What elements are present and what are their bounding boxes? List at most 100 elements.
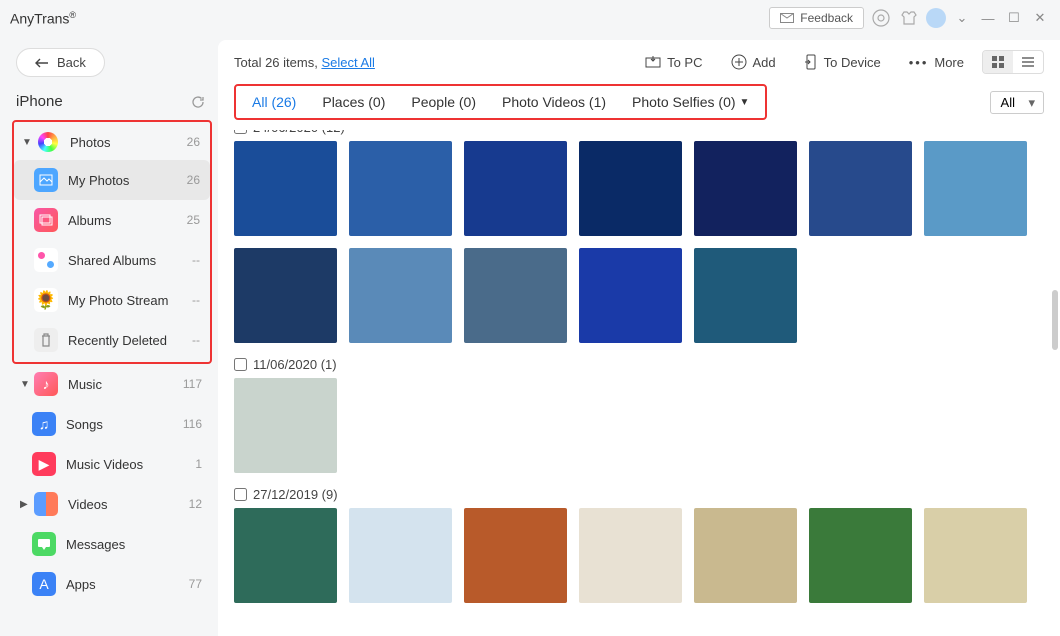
photo-thumbnail[interactable] [234, 508, 337, 603]
scrollbar[interactable] [1052, 290, 1058, 350]
chevron-right-icon: ▶ [20, 499, 32, 510]
filter-dropdown[interactable]: All [990, 91, 1044, 114]
sidebar-item-photos[interactable]: ▼ Photos 26 [14, 124, 210, 160]
photo-stream-count: -- [192, 293, 200, 307]
to-pc-label: To PC [667, 55, 702, 70]
filter-tab-all[interactable]: All (26) [252, 94, 296, 110]
filter-tab-places[interactable]: Places (0) [322, 94, 385, 110]
photo-thumbnail[interactable] [809, 508, 912, 603]
sidebar-item-albums[interactable]: Albums 25 [14, 200, 210, 240]
videos-label: Videos [68, 497, 189, 512]
list-icon [1021, 55, 1035, 69]
sidebar-item-music-videos[interactable]: ▶ Music Videos 1 [12, 444, 212, 484]
photo-thumbnail[interactable] [579, 508, 682, 603]
date-label: 24/06/2020 (12) [253, 130, 345, 135]
grid-view-button[interactable] [983, 51, 1013, 73]
chevron-down-icon: ▼ [20, 379, 32, 390]
sidebar-item-videos[interactable]: ▶ Videos 12 [12, 484, 212, 524]
date-group: 27/12/2019 (9) [234, 481, 1044, 603]
photo-thumbnail[interactable] [694, 248, 797, 343]
photo-thumbnail[interactable] [924, 508, 1027, 603]
date-label: 27/12/2019 (9) [253, 487, 338, 502]
apps-label: Apps [66, 577, 189, 592]
more-button[interactable]: ••• More [899, 51, 974, 74]
photo-thumbnail[interactable] [349, 141, 452, 236]
content-panel: Total 26 items, Select All To PC Add To … [218, 40, 1060, 636]
albums-icon [34, 208, 58, 232]
more-dots-icon: ••• [909, 55, 929, 70]
feedback-button[interactable]: Feedback [769, 7, 864, 29]
songs-label: Songs [66, 417, 183, 432]
add-label: Add [753, 55, 776, 70]
photo-thumbnail[interactable] [464, 141, 567, 236]
photos-count: 26 [187, 135, 200, 149]
select-all-link[interactable]: Select All [321, 55, 374, 70]
thumb-row [234, 248, 1044, 343]
account-avatar[interactable] [926, 8, 946, 28]
gallery[interactable]: 24/06/2020 (12) 11/06/2020 (1) 27/12/201… [218, 130, 1060, 636]
to-pc-icon [645, 55, 661, 69]
sidebar-item-shared-albums[interactable]: Shared Albums -- [14, 240, 210, 280]
photo-thumbnail[interactable] [579, 248, 682, 343]
filter-tab-photo-videos[interactable]: Photo Videos (1) [502, 94, 606, 110]
photo-thumbnail[interactable] [579, 141, 682, 236]
photo-thumbnail[interactable] [234, 248, 337, 343]
back-button[interactable]: Back [16, 48, 105, 77]
shared-albums-count: -- [192, 253, 200, 267]
music-count: 117 [183, 377, 202, 391]
apps-icon: A [32, 572, 56, 596]
to-device-label: To Device [824, 55, 881, 70]
dropdown-icon[interactable]: ⌄ [952, 8, 972, 28]
total-items-text: Total 26 items, [234, 55, 321, 70]
shirt-icon[interactable] [898, 7, 920, 29]
shared-albums-label: Shared Albums [68, 253, 192, 268]
date-header: 11/06/2020 (1) [234, 351, 1044, 378]
photo-thumbnail[interactable] [234, 141, 337, 236]
photo-stream-icon: 🌻 [34, 288, 58, 312]
sidebar-item-recently-deleted[interactable]: Recently Deleted -- [14, 320, 210, 360]
refresh-icon[interactable] [190, 94, 206, 110]
device-header: iPhone [12, 93, 212, 120]
to-device-button[interactable]: To Device [794, 50, 891, 74]
shared-albums-icon [34, 248, 58, 272]
minimize-button[interactable]: — [978, 8, 998, 28]
sidebar-item-messages[interactable]: Messages [12, 524, 212, 564]
sidebar-item-songs[interactable]: ♫ Songs 116 [12, 404, 212, 444]
photo-thumbnail[interactable] [464, 508, 567, 603]
date-checkbox[interactable] [234, 130, 247, 134]
date-checkbox[interactable] [234, 358, 247, 371]
photo-thumbnail[interactable] [349, 248, 452, 343]
photo-thumbnail[interactable] [349, 508, 452, 603]
messages-icon [32, 532, 56, 556]
sidebar-item-my-photos[interactable]: My Photos 26 [14, 160, 210, 200]
messages-label: Messages [66, 537, 202, 552]
sidebar-item-apps[interactable]: A Apps 77 [12, 564, 212, 604]
toolbar: Total 26 items, Select All To PC Add To … [218, 40, 1060, 80]
photo-thumbnail[interactable] [234, 378, 337, 473]
to-pc-button[interactable]: To PC [635, 51, 712, 74]
add-button[interactable]: Add [721, 50, 786, 74]
help-icon[interactable] [870, 7, 892, 29]
photo-thumbnail[interactable] [809, 141, 912, 236]
music-icon: ♪ [34, 372, 58, 396]
main-area: Back iPhone ▼ Photos 26 My Photos 26 Alb… [0, 36, 1060, 636]
music-label: Music [68, 377, 183, 392]
sidebar-item-music[interactable]: ▼ ♪ Music 117 [12, 364, 212, 404]
close-button[interactable]: ✕ [1030, 8, 1050, 28]
date-checkbox[interactable] [234, 488, 247, 501]
list-view-button[interactable] [1013, 51, 1043, 73]
photo-thumbnail[interactable] [924, 141, 1027, 236]
date-header: 27/12/2019 (9) [234, 481, 1044, 508]
photo-stream-label: My Photo Stream [68, 293, 192, 308]
photo-thumbnail[interactable] [694, 141, 797, 236]
more-label: More [934, 55, 964, 70]
maximize-button[interactable]: ☐ [1004, 8, 1024, 28]
toolbar-info: Total 26 items, Select All [234, 55, 627, 70]
sidebar-item-photo-stream[interactable]: 🌻 My Photo Stream -- [14, 280, 210, 320]
photos-section-highlight: ▼ Photos 26 My Photos 26 Albums 25 Share… [12, 120, 212, 364]
photo-thumbnail[interactable] [464, 248, 567, 343]
photo-thumbnail[interactable] [694, 508, 797, 603]
filter-tab-people[interactable]: People (0) [411, 94, 476, 110]
sidebar: Back iPhone ▼ Photos 26 My Photos 26 Alb… [0, 36, 218, 636]
filter-tab-photo-selfies[interactable]: Photo Selfies (0) ▼ [632, 94, 749, 110]
